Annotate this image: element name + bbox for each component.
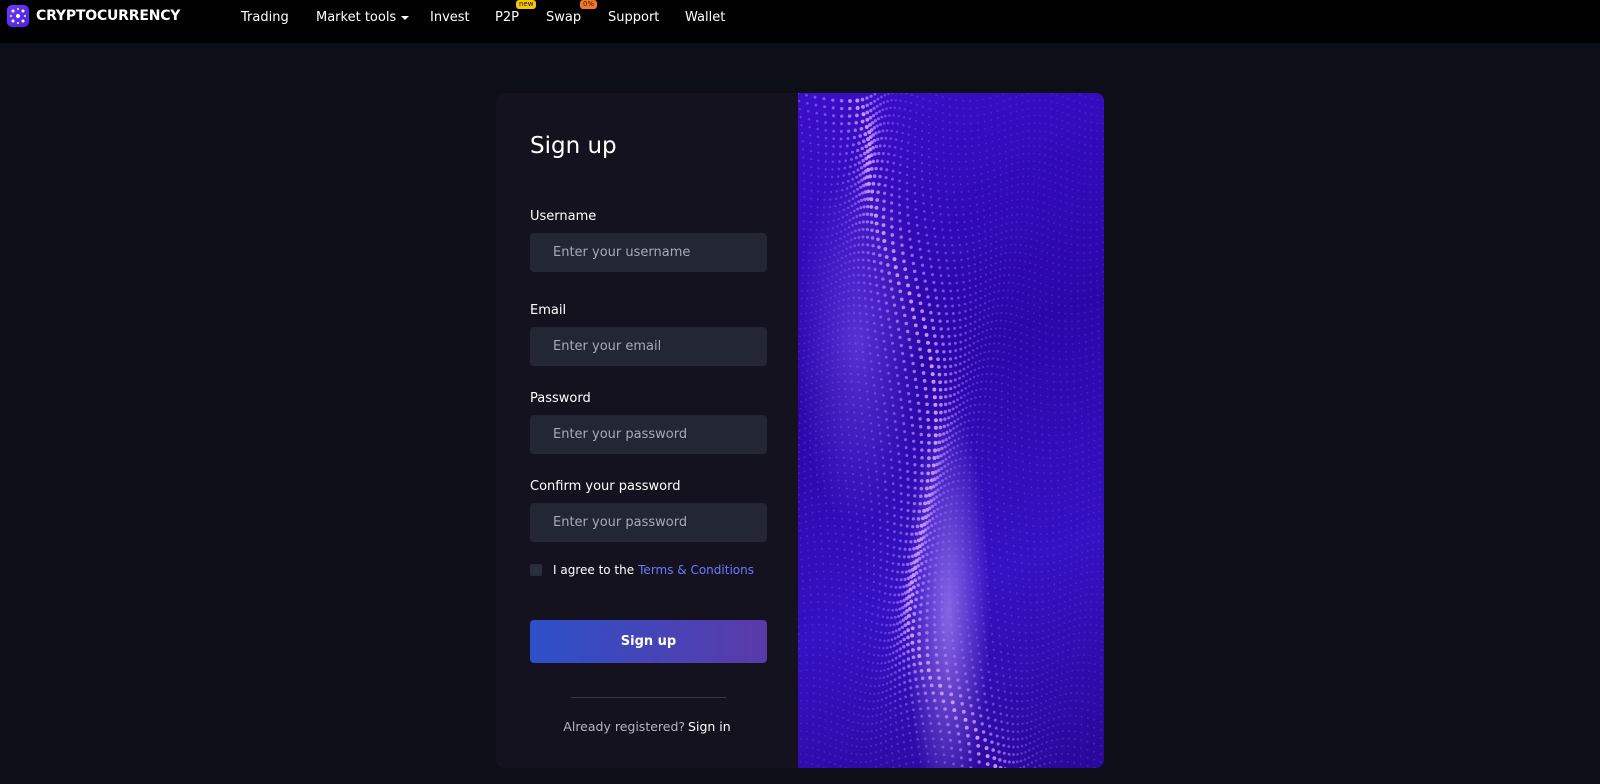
password-label: Password: [530, 391, 591, 406]
nav-swap[interactable]: Swap: [546, 10, 581, 25]
signin-prompt: Already registered? Sign in: [496, 719, 798, 734]
confirm-password-input[interactable]: [530, 503, 767, 542]
nav-invest[interactable]: Invest: [430, 10, 470, 25]
new-badge: new: [516, 0, 537, 9]
nav-market-tools-label: Market tools: [316, 10, 397, 25]
brand[interactable]: CRYPTOCURRENCY: [7, 5, 180, 27]
username-input[interactable]: [530, 233, 767, 272]
terms-link[interactable]: Terms & Conditions: [638, 563, 754, 577]
nav-trading[interactable]: Trading: [241, 10, 289, 25]
decorative-wave-image: [798, 93, 1104, 768]
confirm-password-label: Confirm your password: [530, 479, 681, 494]
brand-logo-icon: [7, 5, 29, 27]
terms-checkbox[interactable]: [530, 564, 542, 576]
divider: [571, 697, 726, 698]
top-navbar: CRYPTOCURRENCY Trading Market tools Inve…: [0, 0, 1600, 43]
agree-text: I agree to the: [553, 563, 635, 577]
nav-market-tools[interactable]: Market tools: [316, 10, 410, 25]
signup-form: Sign up Username Email Password Confirm …: [496, 93, 798, 768]
email-label: Email: [530, 303, 567, 318]
chevron-down-icon: [401, 15, 410, 20]
page-title: Sign up: [530, 133, 617, 159]
nav-support[interactable]: Support: [608, 10, 659, 25]
already-registered-text: Already registered?: [563, 719, 686, 734]
signup-button[interactable]: Sign up: [530, 620, 767, 663]
signin-link[interactable]: Sign in: [688, 719, 731, 734]
username-label: Username: [530, 209, 597, 224]
wave-pattern: [798, 93, 1104, 768]
nav-wallet[interactable]: Wallet: [685, 10, 725, 25]
brand-name: CRYPTOCURRENCY: [36, 8, 181, 24]
email-input[interactable]: [530, 327, 767, 366]
terms-agreement: I agree to the Terms & Conditions: [530, 563, 754, 577]
nav-p2p[interactable]: P2P: [495, 10, 519, 25]
signup-card: Sign up Username Email Password Confirm …: [496, 93, 1104, 768]
password-input[interactable]: [530, 415, 767, 454]
zero-percent-badge: 0%: [580, 0, 598, 9]
